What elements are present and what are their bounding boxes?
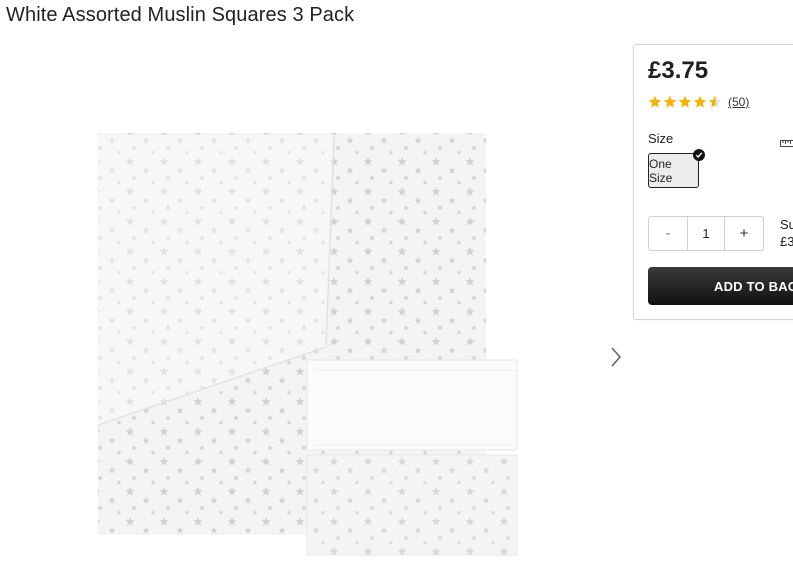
product-title: White Assorted Muslin Squares 3 Pack [6,4,355,26]
size-label: Size [648,131,674,146]
next-image-button[interactable] [604,343,628,371]
star-icon [648,95,662,108]
selected-check-badge [693,149,705,161]
chevron-right-icon [611,347,622,367]
rating-stars [648,95,722,109]
subtotal-value: £3 [780,234,793,249]
add-to-bag-button[interactable]: ADD TO BAG [648,267,793,305]
quantity-increase-button[interactable]: + [725,217,763,250]
star-half-icon [708,95,722,108]
star-icon [693,95,707,108]
quantity-decrease-button[interactable]: - [649,217,687,250]
star-icon [678,95,692,108]
ruler-icon[interactable] [780,138,793,148]
product-image[interactable] [90,125,530,565]
quantity-stepper: - 1 + [648,216,764,251]
star-icon [663,95,677,108]
product-price: £3.75 [648,57,709,84]
review-count-link[interactable]: (50) [728,95,749,109]
size-option-one-size[interactable]: One Size [648,153,699,188]
muslin-squares-image [97,133,518,556]
check-icon [695,152,703,159]
buy-panel: £3.75 (50) Size One Size - 1 + Su £3 ADD… [633,44,793,320]
rating: (50) [648,95,749,109]
subtotal: Su £3 [780,216,793,250]
quantity-value[interactable]: 1 [687,217,725,250]
subtotal-label: Su [780,217,793,232]
